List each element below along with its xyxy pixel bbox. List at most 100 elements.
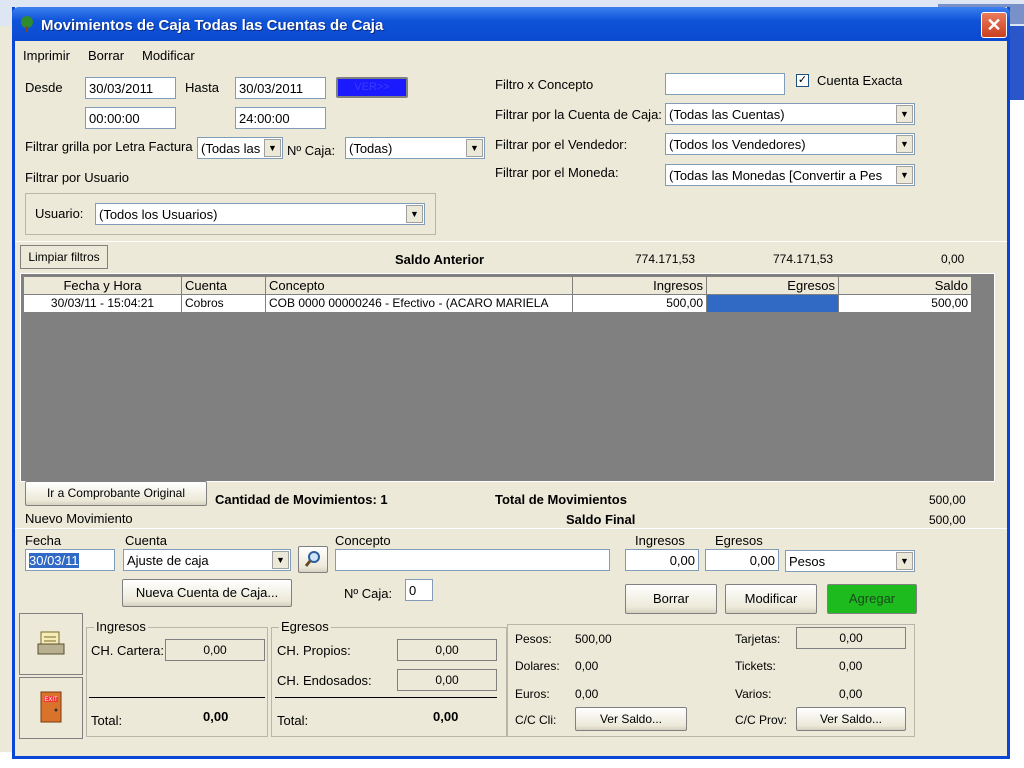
saldo-anterior-egresos: 774.171,53	[773, 252, 834, 266]
ch-cartera-value[interactable]: 0,00	[165, 639, 265, 661]
chevron-down-icon[interactable]: ▼	[406, 205, 423, 223]
ingresos-label: Ingresos	[635, 533, 685, 548]
pesos-value: 500,00	[575, 632, 612, 646]
egresos-input[interactable]: 0,00	[705, 549, 779, 571]
desde-date-input[interactable]: 30/03/2011	[85, 77, 176, 99]
borrar-button[interactable]: Borrar	[625, 584, 717, 614]
ingresos-total-label: Total:	[91, 713, 123, 728]
saldo-final-label: Saldo Final	[566, 512, 636, 527]
nueva-cuenta-button[interactable]: Nueva Cuenta de Caja...	[122, 579, 292, 607]
ir-comprobante-button[interactable]: Ir a Comprobante Original	[25, 481, 207, 506]
total-movimientos-label: Total de Movimientos	[495, 492, 627, 507]
dolares-label: Dolares:	[515, 659, 560, 673]
moneda-filter-select[interactable]: (Todas las Monedas [Convertir a Pes ▼	[665, 164, 915, 186]
hasta-time-input[interactable]: 24:00:00	[235, 107, 326, 129]
column-header-fecha[interactable]: Fecha y Hora	[24, 277, 182, 295]
table-row[interactable]: 30/03/11 - 15:04:21 Cobros COB 0000 0000…	[24, 295, 972, 313]
letra-filter-select[interactable]: (Todas las ▼	[197, 137, 283, 159]
exit-sign-text: EXIT	[44, 697, 58, 703]
desde-time-input[interactable]: 00:00:00	[85, 107, 176, 129]
tree-icon	[21, 16, 33, 32]
vendedor-select[interactable]: (Todos los Vendedores) ▼	[665, 133, 915, 155]
caja-filter-value: (Todas)	[349, 141, 393, 156]
desde-label: Desde	[25, 80, 63, 95]
nro-caja-input[interactable]: 0	[405, 579, 433, 601]
egresos-total-value: 0,00	[433, 709, 459, 724]
movements-grid[interactable]: Fecha y Hora Cuenta Concepto Ingresos Eg…	[20, 273, 995, 482]
euros-value: 0,00	[575, 687, 599, 701]
moneda-select[interactable]: Pesos ▼	[785, 550, 915, 572]
agregar-button[interactable]: Agregar	[827, 584, 917, 614]
cell-fecha[interactable]: 30/03/11 - 15:04:21	[24, 295, 182, 313]
divider	[15, 241, 1007, 242]
exit-button[interactable]: EXIT	[19, 677, 83, 739]
usuario-select[interactable]: (Todos los Usuarios) ▼	[95, 203, 425, 225]
chevron-down-icon[interactable]: ▼	[896, 105, 913, 123]
main-window: Movimientos de Caja Todas las Cuentas de…	[12, 7, 1010, 759]
print-button[interactable]	[19, 613, 83, 675]
column-header-egresos[interactable]: Egresos	[707, 277, 839, 295]
fecha-input[interactable]: 30/03/11	[25, 549, 115, 571]
column-header-concepto[interactable]: Concepto	[266, 277, 573, 295]
chevron-down-icon[interactable]: ▼	[896, 166, 913, 184]
ingresos-total-value: 0,00	[203, 709, 229, 724]
menu-modificar[interactable]: Modificar	[142, 48, 195, 63]
close-button[interactable]: ✕	[981, 12, 1007, 38]
cc-cli-ver-saldo-button[interactable]: Ver Saldo...	[575, 707, 687, 731]
search-button[interactable]	[298, 546, 328, 573]
concepto-input[interactable]	[335, 549, 610, 571]
cell-saldo[interactable]: 500,00	[839, 295, 972, 313]
usuario-section-label: Filtrar por Usuario	[25, 170, 130, 185]
saldo-anterior-saldo: 0,00	[941, 252, 965, 266]
cell-ingresos[interactable]: 500,00	[573, 295, 707, 313]
cuenta-caja-select[interactable]: (Todas las Cuentas) ▼	[665, 103, 915, 125]
concepto-filter-label: Filtro x Concepto	[495, 77, 594, 92]
ver-button[interactable]: VER>>	[336, 77, 408, 98]
cantidad-movimientos: Cantidad de Movimientos: 1	[215, 492, 388, 507]
cuenta-caja-value: (Todas las Cuentas)	[669, 107, 785, 122]
varios-value: 0,00	[839, 687, 863, 701]
ingresos-input[interactable]: 0,00	[625, 549, 699, 571]
column-header-saldo[interactable]: Saldo	[839, 277, 972, 295]
menu-imprimir[interactable]: Imprimir	[23, 48, 70, 63]
modificar-button[interactable]: Modificar	[725, 584, 817, 614]
hasta-label: Hasta	[185, 80, 219, 95]
tarjetas-value[interactable]: 0,00	[796, 627, 906, 649]
letra-filter-value: (Todas las	[201, 141, 261, 156]
cuenta-select[interactable]: Ajuste de caja ▼	[123, 549, 291, 571]
limpiar-filtros-button[interactable]: Limpiar filtros	[20, 245, 108, 269]
hasta-date-input[interactable]: 30/03/2011	[235, 77, 326, 99]
cell-concepto[interactable]: COB 0000 00000246 - Efectivo - (ACARO MA…	[266, 295, 573, 313]
nro-caja-label: Nº Caja:	[344, 586, 393, 601]
caja-filter-select[interactable]: (Todas) ▼	[345, 137, 485, 159]
menu-borrar[interactable]: Borrar	[88, 48, 124, 63]
title-bar[interactable]: Movimientos de Caja Todas las Cuentas de…	[12, 7, 1010, 41]
divider	[15, 528, 1007, 529]
cuenta-value: Ajuste de caja	[127, 553, 209, 568]
chevron-down-icon[interactable]: ▼	[264, 139, 281, 157]
cc-prov-label: C/C Prov:	[735, 713, 788, 727]
ch-endosados-value[interactable]: 0,00	[397, 669, 497, 691]
cc-prov-ver-saldo-button[interactable]: Ver Saldo...	[796, 707, 906, 731]
moneda-filter-value: (Todas las Monedas [Convertir a Pes	[669, 168, 883, 183]
chevron-down-icon[interactable]: ▼	[272, 551, 289, 569]
saldo-anterior-label: Saldo Anterior	[395, 252, 485, 267]
magnifier-icon	[304, 551, 320, 567]
cell-cuenta[interactable]: Cobros	[182, 295, 266, 313]
varios-label: Varios:	[735, 687, 772, 701]
cell-egresos[interactable]	[707, 295, 839, 313]
chevron-down-icon[interactable]: ▼	[466, 139, 483, 157]
saldo-final-value: 500,00	[929, 513, 966, 527]
usuario-value: (Todos los Usuarios)	[99, 207, 218, 222]
divider	[89, 697, 265, 698]
fecha-label: Fecha	[25, 533, 62, 548]
column-header-ingresos[interactable]: Ingresos	[573, 277, 707, 295]
chevron-down-icon[interactable]: ▼	[896, 552, 913, 570]
egresos-total-label: Total:	[277, 713, 309, 728]
cc-cli-label: C/C Cli:	[515, 713, 557, 727]
column-header-cuenta[interactable]: Cuenta	[182, 277, 266, 295]
concepto-filter-input[interactable]	[665, 73, 785, 95]
ch-propios-value[interactable]: 0,00	[397, 639, 497, 661]
cuenta-exacta-checkbox[interactable]: ✓	[796, 74, 809, 87]
chevron-down-icon[interactable]: ▼	[896, 135, 913, 153]
